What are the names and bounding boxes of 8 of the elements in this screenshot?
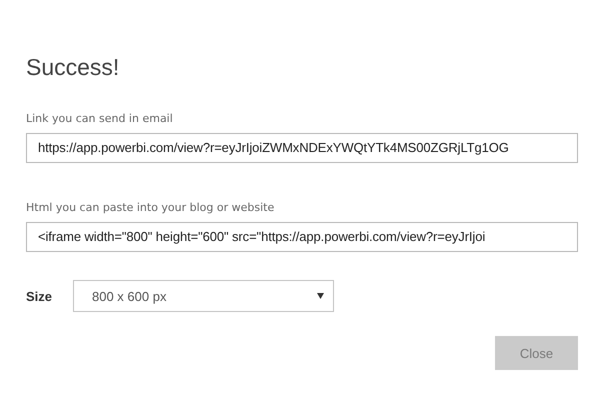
text-field[interactable]: https://app.powerbi.com/view?r=eyJrIjoiZWMxNDExYWQtYTk4MS00ZGRjLTg1OG [26, 133, 578, 163]
field-label: Html you can paste into your blog or website [26, 201, 276, 215]
text-field[interactable]: <iframe width="800" height="600" src="https://app.powerbi.com/view?r=eyJrIjoi [26, 222, 578, 252]
field-label: Link you can send in email [26, 112, 174, 126]
size-dropdown[interactable]: 800 x 600 px [73, 280, 334, 312]
dialog-title: Success! [26, 53, 120, 82]
caret-icon [317, 293, 324, 299]
size-label: Size [26, 288, 54, 304]
